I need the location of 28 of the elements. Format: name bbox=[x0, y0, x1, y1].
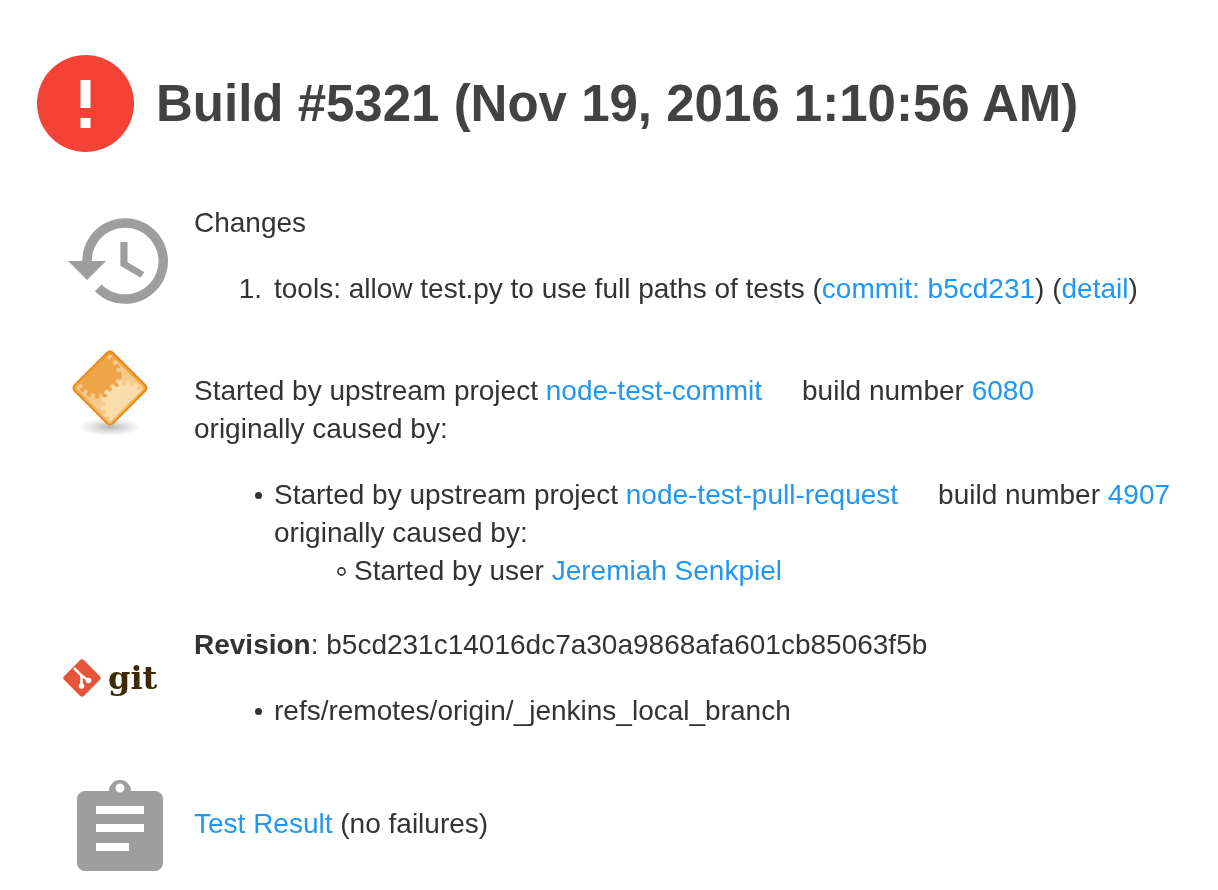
list-number: 1. bbox=[238, 272, 262, 306]
build-title: Build #5321 (Nov 19, 2016 1:10:56 AM) bbox=[156, 73, 1079, 134]
change-text: tools: allow test.py to use full paths of tests (commit: b5cd231) (detail) bbox=[274, 272, 1138, 306]
bullet-icon bbox=[254, 707, 262, 715]
logo-text: git bbox=[108, 662, 158, 694]
commit-link[interactable]: commit: b5cd231 bbox=[821, 273, 1036, 304]
user-link[interactable]: Jeremiah Senkpiel bbox=[551, 555, 782, 586]
caused-by-text: originally caused by: bbox=[274, 516, 528, 550]
build-number-text: build number 4907 bbox=[938, 478, 1171, 512]
ring-bullet-icon bbox=[337, 566, 346, 576]
build-number-text: build number 6080 bbox=[802, 374, 1034, 408]
history-icon bbox=[68, 218, 168, 304]
test-result-text: Test Result (no failures) bbox=[194, 807, 489, 841]
test-result-link[interactable]: Test Result bbox=[194, 808, 333, 839]
clipboard-icon bbox=[77, 777, 163, 871]
revision-text: Revision: b5cd231c14016dc7a30a9868afa601cb85063f5b bbox=[194, 628, 928, 662]
cause-text: Started by upstream project node-test-commit bbox=[194, 374, 763, 408]
caused-by-text: originally caused by: bbox=[194, 412, 448, 446]
cause-text: Started by user Jeremiah Senkpiel bbox=[354, 554, 782, 588]
bullet-icon bbox=[254, 491, 262, 499]
branch-text: refs/remotes/origin/_jenkins_local_branch bbox=[274, 694, 791, 728]
build-number-link[interactable]: 4907 bbox=[1107, 479, 1171, 510]
project-link[interactable]: node-test-commit bbox=[545, 375, 763, 406]
build-number-link[interactable]: 6080 bbox=[971, 375, 1034, 406]
project-link[interactable]: node-test-pull-request bbox=[625, 479, 899, 510]
changes-heading: Changes bbox=[194, 206, 307, 240]
detail-link[interactable]: detail bbox=[1061, 273, 1129, 304]
cause-text: Started by upstream project node-test-pull-request bbox=[274, 478, 899, 512]
